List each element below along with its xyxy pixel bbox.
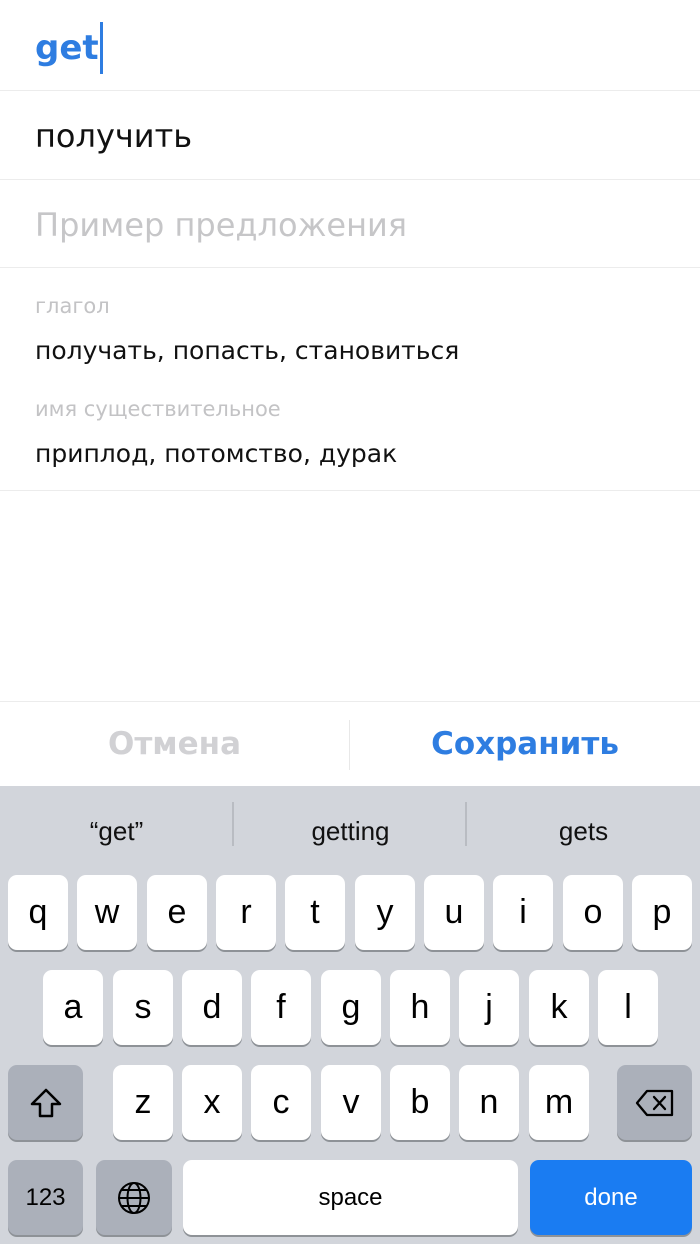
key-k[interactable]: k <box>529 970 589 1045</box>
save-button[interactable]: Сохранить <box>350 726 700 762</box>
backspace-key[interactable] <box>617 1065 692 1140</box>
action-bar: Отмена Сохранить <box>0 702 700 786</box>
globe-key[interactable] <box>96 1160 172 1235</box>
key-h[interactable]: h <box>390 970 450 1045</box>
key-p[interactable]: p <box>632 875 692 950</box>
key-z[interactable]: z <box>113 1065 173 1140</box>
example-sentence-input[interactable]: Пример предложения <box>35 206 407 244</box>
verb-translations[interactable]: получать, попасть, становиться <box>35 336 459 365</box>
key-q[interactable]: q <box>8 875 68 950</box>
key-s[interactable]: s <box>113 970 173 1045</box>
key-t[interactable]: t <box>285 875 345 950</box>
pos-label-verb: глагол <box>35 294 110 318</box>
key-u[interactable]: u <box>424 875 484 950</box>
word-input-value: get <box>35 28 99 68</box>
suggestion-getting[interactable]: getting <box>234 816 467 847</box>
word-input[interactable]: get <box>35 22 103 74</box>
key-l[interactable]: l <box>598 970 658 1045</box>
translation-field[interactable]: получить <box>35 117 192 155</box>
globe-icon <box>118 1181 150 1214</box>
key-y[interactable]: y <box>355 875 415 950</box>
key-f[interactable]: f <box>251 970 311 1045</box>
key-a[interactable]: a <box>43 970 103 1045</box>
suggestion-quoted[interactable]: “get” <box>0 816 233 847</box>
backspace-icon <box>635 1089 673 1116</box>
pos-label-noun: имя существительное <box>35 397 281 421</box>
key-n[interactable]: n <box>459 1065 519 1140</box>
key-i[interactable]: i <box>493 875 553 950</box>
key-m[interactable]: m <box>529 1065 589 1140</box>
shift-key[interactable] <box>8 1065 83 1140</box>
key-g[interactable]: g <box>321 970 381 1045</box>
key-x[interactable]: x <box>182 1065 242 1140</box>
key-j[interactable]: j <box>459 970 519 1045</box>
key-b[interactable]: b <box>390 1065 450 1140</box>
translation-row[interactable]: получить <box>0 91 700 179</box>
keyboard: “get” getting gets q w e r t y u i o p a… <box>0 786 700 1244</box>
key-w[interactable]: w <box>77 875 137 950</box>
noun-translations[interactable]: приплод, потомство, дурак <box>35 439 397 468</box>
done-key[interactable]: done <box>530 1160 692 1235</box>
cancel-button[interactable]: Отмена <box>0 726 349 762</box>
key-o[interactable]: o <box>563 875 623 950</box>
example-row[interactable]: Пример предложения <box>0 180 700 267</box>
numbers-key[interactable]: 123 <box>8 1160 83 1235</box>
key-v[interactable]: v <box>321 1065 381 1140</box>
key-r[interactable]: r <box>216 875 276 950</box>
key-c[interactable]: c <box>251 1065 311 1140</box>
shift-icon <box>30 1088 61 1117</box>
space-key[interactable]: space <box>183 1160 518 1235</box>
word-row[interactable]: get <box>0 0 700 90</box>
key-d[interactable]: d <box>182 970 242 1045</box>
divider <box>0 490 700 491</box>
text-caret <box>99 22 103 74</box>
key-e[interactable]: e <box>147 875 207 950</box>
divider <box>0 267 700 268</box>
suggestion-gets[interactable]: gets <box>467 816 700 847</box>
